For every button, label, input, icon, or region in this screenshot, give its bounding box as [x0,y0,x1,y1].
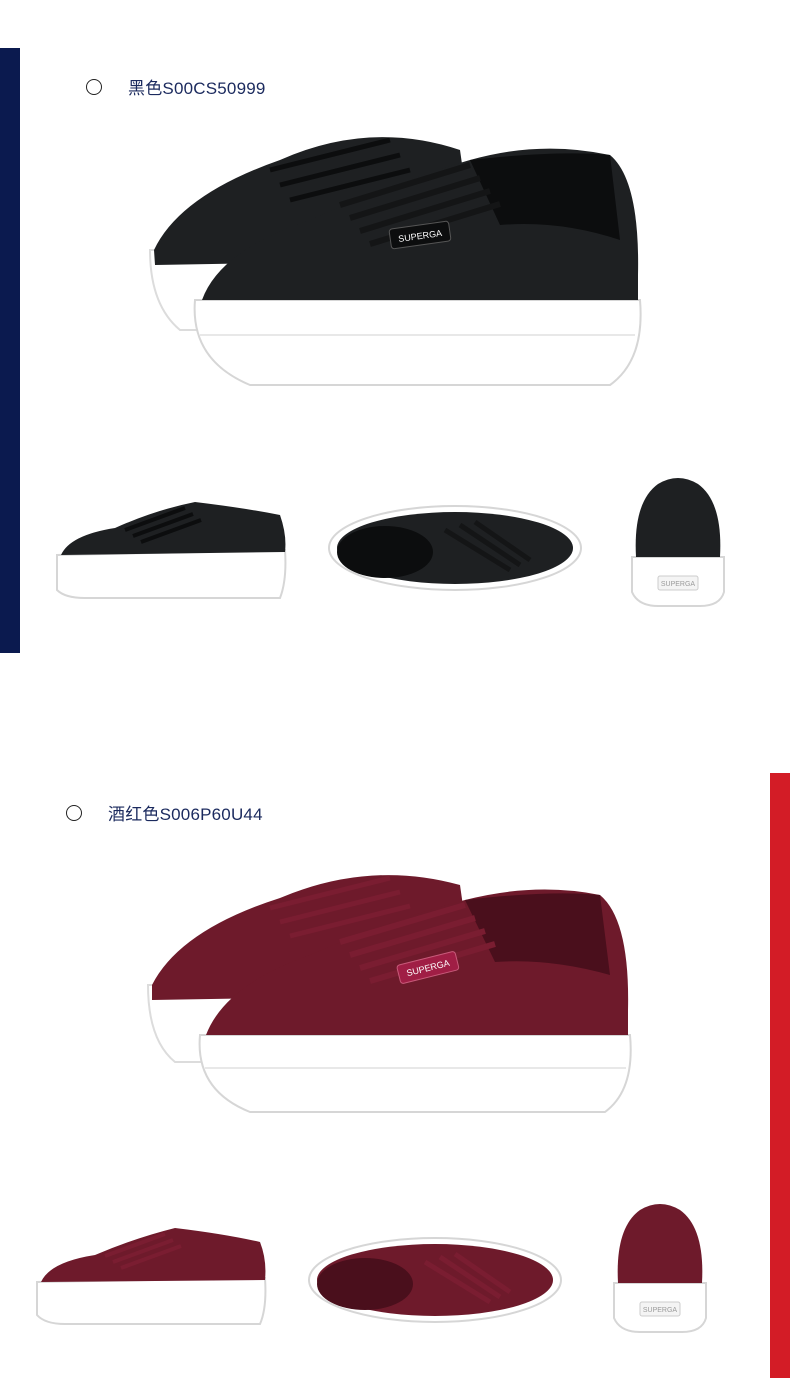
color-label: 黑色S00CS50999 [128,79,266,98]
color-label: 酒红色S006P60U44 [108,805,263,824]
side-view-image [36,1228,267,1325]
top-view-image [328,505,582,591]
radio-button[interactable] [86,78,102,95]
accent-bar-right [770,773,790,1378]
back-view-image: SUPERGA [613,1204,707,1333]
sole-tag: SUPERGA [643,1307,678,1314]
main-shoe-pair-image: SUPERGA [146,875,632,1113]
side-view-image [56,502,287,599]
color-option-black[interactable]: 黑色S00CS50999 [86,74,266,99]
variant-section-black: 黑色S00CS50999 SUPERGA SUPERGA [0,0,790,690]
main-shoe-pair-image: SUPERGA [148,137,642,386]
accent-bar-left [0,48,20,653]
color-option-wine[interactable]: 酒红色S006P60U44 [66,800,263,825]
variant-section-wine: 酒红色S006P60U44 SUPERGA SUPERGA [0,690,790,1378]
back-view-image: SUPERGA [631,478,725,607]
radio-button[interactable] [66,804,82,821]
top-view-image [308,1237,562,1323]
sole-tag: SUPERGA [661,581,696,588]
